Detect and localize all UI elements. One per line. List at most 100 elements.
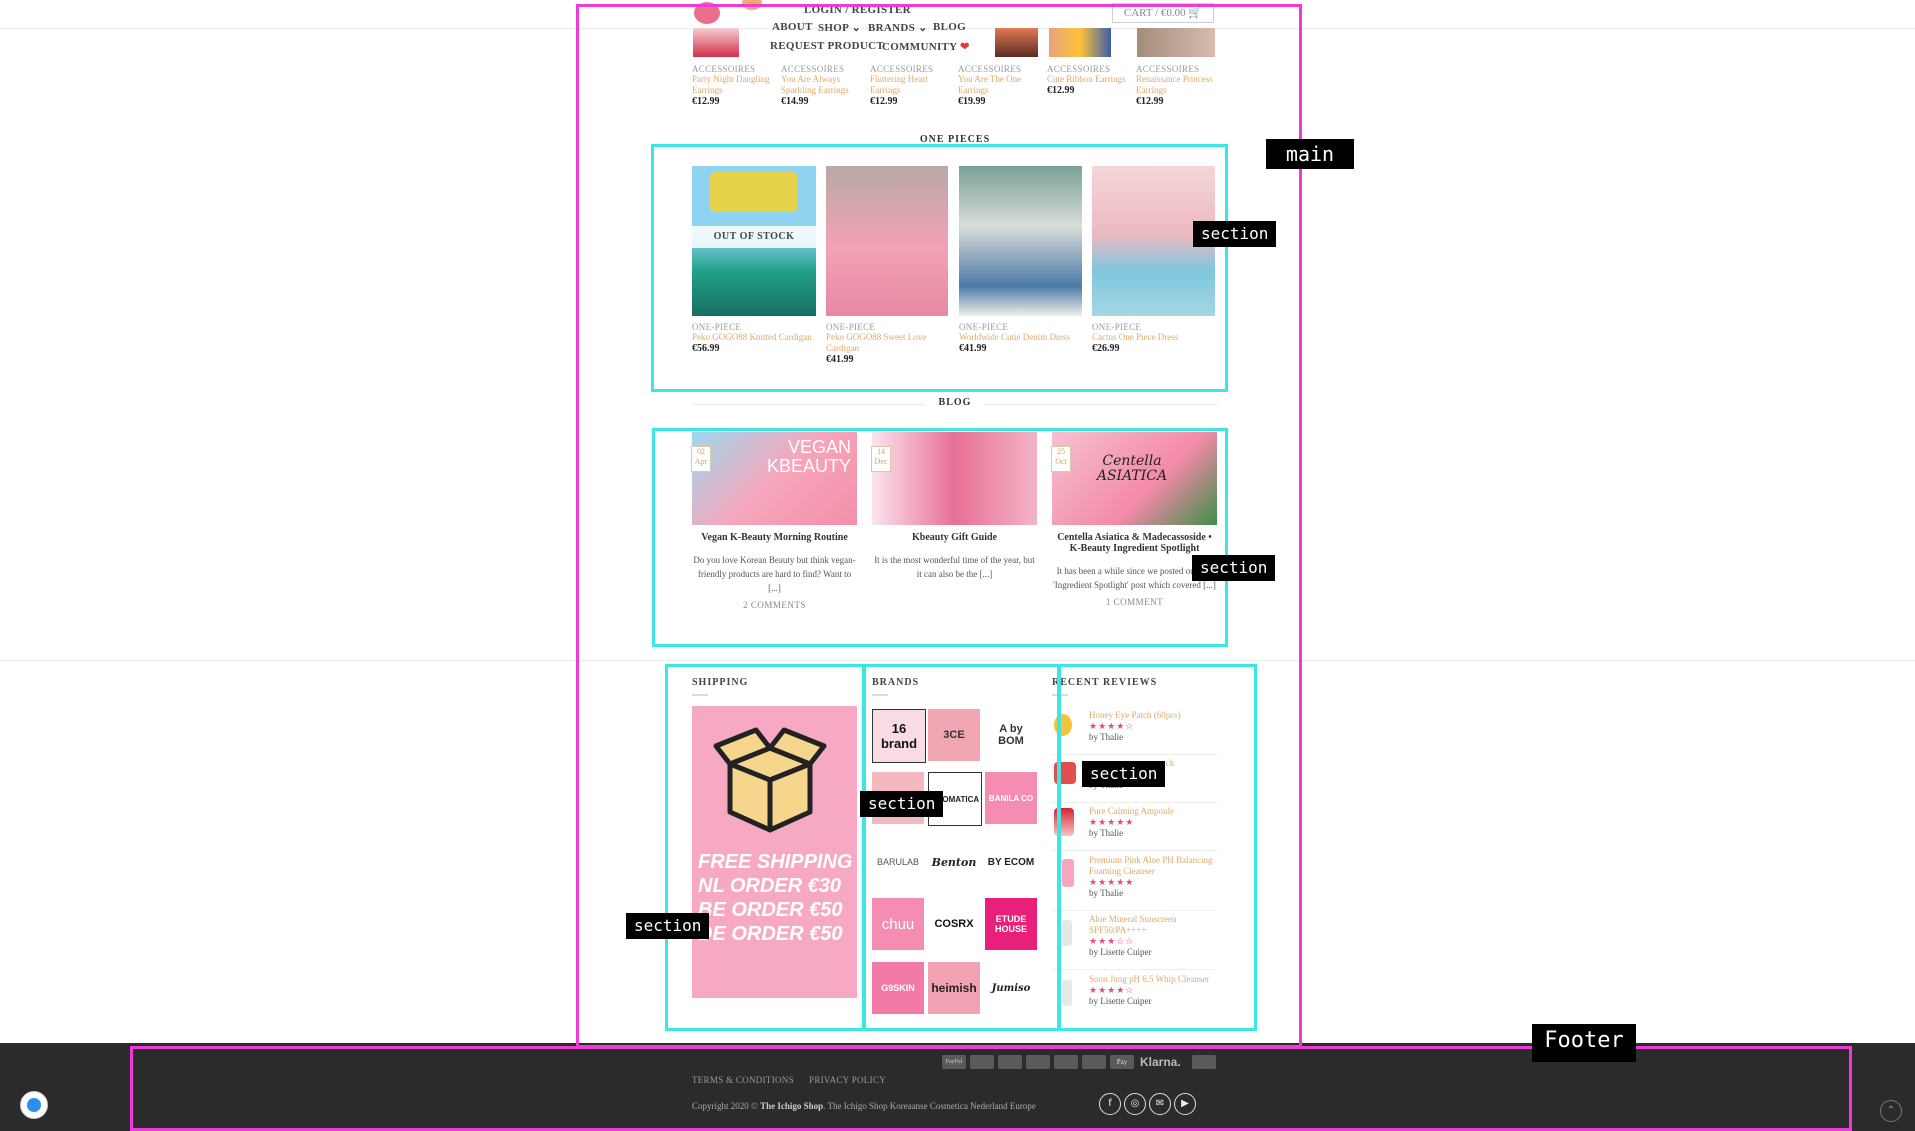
- review-product-name[interactable]: Aloe Mineral Sunscreen SPF50/PA++++: [1089, 914, 1217, 936]
- product-name[interactable]: Renaissance Princess Earrings: [1136, 74, 1221, 96]
- product-name[interactable]: Peko GOGO88 Knitted Cardigan: [692, 332, 812, 343]
- review-item[interactable]: Premium Pink Aloe PH Balancing Foaming C…: [1052, 855, 1217, 911]
- product-price: €26.99: [1092, 343, 1120, 354]
- product-name[interactable]: Fluttering Heart Earrings: [870, 74, 955, 96]
- brand-logo-abybom[interactable]: A by BOM: [985, 709, 1037, 761]
- product-name[interactable]: Peko GOGO88 Sweet Love Cardigan: [826, 332, 946, 354]
- product-image[interactable]: [959, 166, 1082, 316]
- brand-logo-barulab[interactable]: BARULAB: [872, 836, 924, 888]
- blog-post[interactable]: Vegan K-Beauty Morning Routine Do you lo…: [692, 532, 857, 610]
- email-icon[interactable]: ✉: [1149, 1093, 1171, 1115]
- product-card[interactable]: ACCESSOIRES You Are Always Sparkling Ear…: [781, 64, 866, 107]
- review-item[interactable]: Pure Calming Ampoule ★★★★★ by Thalie: [1052, 806, 1217, 851]
- nav-item-about[interactable]: ABOUT: [772, 21, 813, 33]
- product-name[interactable]: Worldwide Cutie Denim Dress: [959, 332, 1079, 343]
- product-image[interactable]: [693, 28, 739, 57]
- product-card[interactable]: ONE-PIECE Cactus One Piece Dress €26.99: [1092, 322, 1212, 354]
- product-category: ACCESSOIRES: [958, 64, 1022, 74]
- payment-icon: [1082, 1055, 1106, 1069]
- review-product-name[interactable]: Soon Jung pH 6.5 Whip Cleanser: [1089, 974, 1217, 985]
- product-price: €12.99: [1047, 85, 1075, 96]
- brand-logo-g9skin[interactable]: G9SKIN: [872, 962, 924, 1014]
- shipping-banner[interactable]: FREE SHIPPING NL ORDER €30 BE ORDER €50 …: [692, 706, 857, 998]
- product-card[interactable]: ACCESSOIRES Cute Ribbon Earrings €12.99: [1047, 64, 1132, 96]
- product-card[interactable]: ACCESSOIRES Renaissance Princess Earring…: [1136, 64, 1221, 107]
- nav-item-community[interactable]: COMMUNITY ❤: [882, 40, 970, 53]
- product-name[interactable]: You Are Always Sparkling Earrings: [781, 74, 866, 96]
- login-register-link[interactable]: LOGIN / REGISTER: [804, 4, 911, 16]
- chevron-up-icon: ⌃: [1886, 1105, 1896, 1116]
- brand-logo-cosrx[interactable]: COSRX: [928, 898, 980, 950]
- shop-logo[interactable]: [694, 2, 720, 24]
- review-item[interactable]: Soon Jung pH 6.5 Whip Cleanser ★★★★☆ by …: [1052, 974, 1217, 1029]
- facebook-icon[interactable]: f: [1099, 1093, 1121, 1115]
- divider: [692, 694, 708, 696]
- blog-post-title[interactable]: Vegan K-Beauty Morning Routine: [692, 532, 857, 543]
- brand-logo-byecom[interactable]: BY ECOM: [985, 836, 1037, 888]
- product-category: ACCESSOIRES: [781, 64, 845, 74]
- blog-post-comments[interactable]: 1 COMMENT: [1052, 597, 1217, 607]
- product-name[interactable]: You Are The One Earrings: [958, 74, 1043, 96]
- product-image[interactable]: OUT OF STOCK: [692, 166, 816, 316]
- product-price: €56.99: [692, 343, 720, 354]
- product-card[interactable]: ACCESSOIRES Fluttering Heart Earrings €1…: [870, 64, 955, 107]
- nav-item-request-product[interactable]: REQUEST PRODUCT: [770, 40, 884, 52]
- back-to-top-button[interactable]: ⌃: [1880, 1100, 1902, 1122]
- product-category: ONE-PIECE: [692, 322, 742, 332]
- nav-item-brands[interactable]: BRANDS ⌄: [868, 21, 928, 34]
- post-date-badge: 02 Apr: [691, 446, 711, 472]
- product-image[interactable]: [995, 28, 1038, 57]
- brand-logo-3ce[interactable]: 3CE: [928, 709, 980, 761]
- product-name[interactable]: Party Night Dangling Earrings: [692, 74, 777, 96]
- brand-logo-chuu[interactable]: chuu: [872, 898, 924, 950]
- review-product-thumb: [1054, 762, 1076, 784]
- review-product-thumb: [1054, 808, 1074, 836]
- payment-icon-klarna: Klarna.: [1140, 1055, 1181, 1069]
- product-image[interactable]: [1137, 28, 1215, 57]
- shop-name-link[interactable]: The Ichigo Shop: [760, 1101, 823, 1111]
- brand-logo-benton[interactable]: Benton: [928, 836, 980, 888]
- brand-logo-jumiso[interactable]: Jumiso: [985, 962, 1037, 1014]
- heart-icon: ❤: [960, 41, 970, 53]
- privacy-policy-link[interactable]: PRIVACY POLICY: [809, 1075, 886, 1085]
- youtube-icon[interactable]: ▶: [1174, 1093, 1196, 1115]
- product-image[interactable]: [1049, 28, 1111, 57]
- review-item[interactable]: Honey Eye Patch (60pcs) ★★★★☆ by Thalie: [1052, 710, 1217, 755]
- divider: [1052, 694, 1068, 696]
- blog-post-title[interactable]: Centella Asiatica & Madecassoside • K-Be…: [1052, 532, 1217, 554]
- blog-post-title[interactable]: Kbeauty Gift Guide: [872, 532, 1037, 543]
- widget-title-brands: BRANDS: [872, 677, 920, 688]
- nav-item-blog[interactable]: BLOG: [933, 21, 966, 33]
- cart-icon: 🛒: [1188, 7, 1203, 19]
- review-product-name[interactable]: Honey Eye Patch (60pcs): [1089, 710, 1217, 721]
- review-stars: ★★★★★: [1089, 817, 1135, 827]
- blog-post-image[interactable]: [872, 432, 1037, 525]
- blog-post-image[interactable]: VEGAN KBEAUTY: [692, 432, 857, 525]
- review-product-name[interactable]: Pure Calming Ampoule: [1089, 806, 1217, 817]
- terms-link[interactable]: TERMS & CONDITIONS: [692, 1075, 794, 1085]
- blog-post[interactable]: Kbeauty Gift Guide It is the most wonder…: [872, 532, 1037, 581]
- product-card[interactable]: ONE-PIECE Peko GOGO88 Sweet Love Cardiga…: [826, 322, 946, 365]
- review-product-name[interactable]: Premium Pink Aloe PH Balancing Foaming C…: [1089, 855, 1217, 877]
- product-card[interactable]: ONE-PIECE Peko GOGO88 Knitted Cardigan €…: [692, 322, 812, 354]
- product-name[interactable]: Cute Ribbon Earrings: [1047, 74, 1132, 85]
- cart-button[interactable]: CART / €0.00 🛒: [1112, 3, 1214, 23]
- review-item[interactable]: Aloe Mineral Sunscreen SPF50/PA++++ ★★★☆…: [1052, 914, 1217, 970]
- review-stars: ★★★★☆: [1089, 985, 1135, 995]
- messenger-chat-button[interactable]: [20, 1091, 48, 1119]
- blog-post-comments[interactable]: 2 COMMENTS: [692, 600, 857, 610]
- widget-title-shipping: SHIPPING: [692, 677, 749, 688]
- brand-logo-etude-house[interactable]: ETUDE HOUSE: [985, 898, 1037, 950]
- nav-item-shop[interactable]: SHOP ⌄: [818, 21, 861, 34]
- product-card[interactable]: ACCESSOIRES You Are The One Earrings €19…: [958, 64, 1043, 107]
- brand-logo-heimish[interactable]: heimish: [928, 962, 980, 1014]
- product-card[interactable]: ACCESSOIRES Party Night Dangling Earring…: [692, 64, 777, 107]
- product-image[interactable]: [826, 166, 948, 316]
- product-category: ACCESSOIRES: [692, 64, 756, 74]
- brand-logo-banilaco[interactable]: BANILA CO: [985, 772, 1037, 824]
- instagram-icon[interactable]: ◎: [1124, 1093, 1146, 1115]
- blog-post-image[interactable]: Centella ASIATICA: [1052, 432, 1217, 525]
- product-name[interactable]: Cactus One Piece Dress: [1092, 332, 1212, 343]
- product-card[interactable]: ONE-PIECE Worldwide Cutie Denim Dress €4…: [959, 322, 1079, 354]
- brand-logo-16brand[interactable]: 16 brand: [872, 709, 926, 763]
